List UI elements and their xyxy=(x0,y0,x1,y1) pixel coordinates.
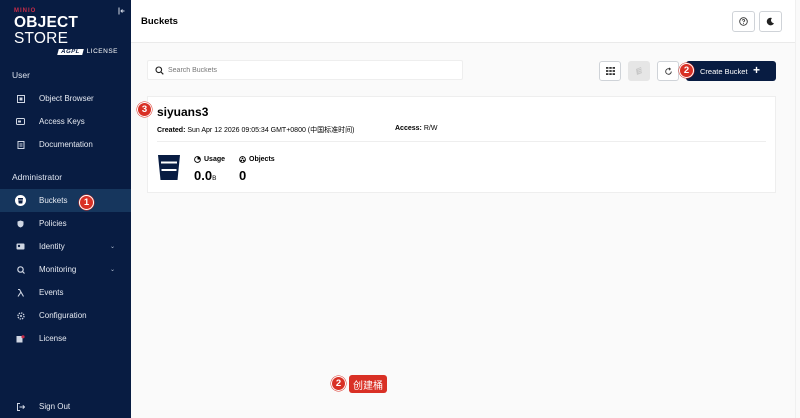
annotation-marker-1: 1 xyxy=(79,195,94,210)
document-icon xyxy=(16,140,25,149)
sidebar-item-label: Access Keys xyxy=(39,117,85,126)
multi-select-button[interactable] xyxy=(628,61,650,81)
theme-toggle-button[interactable] xyxy=(759,11,782,32)
sidebar-item-events[interactable]: Events xyxy=(0,281,131,304)
search-input[interactable] xyxy=(168,66,458,74)
annotation-marker-2: 2 xyxy=(679,63,694,78)
sidebar-item-label: Buckets xyxy=(39,196,68,205)
bucket-card[interactable]: siyuans3 Created: Sun Apr 12 2026 09:05:… xyxy=(147,96,776,193)
chevron-down-icon[interactable]: ⌄ xyxy=(110,243,115,250)
lambda-icon xyxy=(16,288,25,297)
objects-label-group: Objects xyxy=(239,156,275,163)
bucket-access: Access: R/W xyxy=(395,125,437,132)
search-icon xyxy=(155,65,164,75)
bucket-name-link[interactable]: siyuans3 xyxy=(157,105,208,119)
license-label: LICENSE xyxy=(86,48,118,55)
refresh-button[interactable] xyxy=(657,61,679,81)
sidebar-item-policies[interactable]: Policies xyxy=(0,212,131,235)
objects-value: 0 xyxy=(239,168,247,183)
brand-name: OBJECT STORE xyxy=(14,15,118,47)
help-icon xyxy=(739,17,748,26)
sidebar-item-monitoring[interactable]: Monitoring ⌄ xyxy=(0,258,131,281)
list-view-button[interactable] xyxy=(599,61,621,81)
access-label: Access: xyxy=(395,125,422,132)
brand-name-bold: OBJECT xyxy=(14,14,79,31)
key-icon xyxy=(16,117,25,126)
sidebar-item-documentation[interactable]: Documentation xyxy=(0,133,131,156)
usage-value: 0.0B xyxy=(194,168,216,183)
id-card-icon xyxy=(16,242,25,251)
chevron-down-icon[interactable]: ⌄ xyxy=(110,266,115,273)
license-badge: AGPL xyxy=(57,48,84,55)
annotation-caption: 创建桶 xyxy=(349,375,387,393)
sidebar-item-label: Events xyxy=(39,288,64,297)
bucket-icon xyxy=(15,195,26,206)
help-button[interactable] xyxy=(732,11,755,32)
created-value: Sun Apr 12 2026 09:05:34 GMT+0800 (中国标准时… xyxy=(187,127,355,134)
create-bucket-button[interactable]: Create Bucket + xyxy=(686,61,776,81)
sidebar-item-label: Identity xyxy=(39,242,65,251)
sign-out-icon xyxy=(16,402,25,411)
shield-icon xyxy=(16,219,25,228)
usage-label-group: Usage xyxy=(194,156,225,163)
sidebar-item-label: Policies xyxy=(39,219,67,228)
brand-license: AGPL LICENSE xyxy=(14,48,118,55)
pie-chart-icon xyxy=(194,156,201,163)
section-user: User xyxy=(12,70,30,80)
bucket-icon xyxy=(158,155,180,180)
usage-label: Usage xyxy=(204,156,226,163)
scrollbar-track[interactable] xyxy=(795,0,800,418)
page-title: Buckets xyxy=(141,16,178,27)
sidebar-item-object-browser[interactable]: Object Browser xyxy=(0,87,131,110)
multi-bucket-icon xyxy=(636,67,642,75)
sidebar-item-label: License xyxy=(39,334,67,343)
annotation-marker-3: 3 xyxy=(137,102,152,117)
sidebar-item-access-keys[interactable]: Access Keys xyxy=(0,110,131,133)
sidebar-item-buckets[interactable]: Buckets xyxy=(0,189,131,212)
page-header: Buckets xyxy=(131,0,800,43)
folder-icon xyxy=(16,94,25,103)
monitor-icon xyxy=(16,265,25,274)
sidebar-item-label: Documentation xyxy=(39,140,93,149)
usage-unit: B xyxy=(212,175,217,182)
sidebar-item-configuration[interactable]: Configuration xyxy=(0,304,131,327)
grid-list-icon xyxy=(605,67,615,75)
gear-icon xyxy=(16,311,25,320)
moon-icon xyxy=(766,17,774,26)
section-administrator: Administrator xyxy=(12,172,63,182)
sidebar-item-label: Object Browser xyxy=(39,94,94,103)
card-divider xyxy=(157,141,766,142)
create-bucket-label: Create Bucket xyxy=(700,67,748,76)
sidebar-item-license[interactable]: License xyxy=(0,327,131,350)
sidebar-item-identity[interactable]: Identity ⌄ xyxy=(0,235,131,258)
minio-logo: MINIO OBJECT STORE AGPL LICENSE xyxy=(14,8,118,55)
collapse-sidebar-icon[interactable] xyxy=(118,7,126,15)
brand-name-light: STORE xyxy=(14,30,69,47)
sidebar: MINIO OBJECT STORE AGPL LICENSE User Obj… xyxy=(0,0,131,418)
sign-out-label: Sign Out xyxy=(39,402,71,411)
created-label: Created: xyxy=(157,127,186,134)
sidebar-item-label: Monitoring xyxy=(39,265,77,274)
objects-label: Objects xyxy=(249,156,275,163)
bucket-created: Created: Sun Apr 12 2026 09:05:34 GMT+08… xyxy=(157,125,354,135)
access-value: R/W xyxy=(423,125,438,132)
license-icon xyxy=(16,334,25,343)
objects-icon xyxy=(239,156,246,163)
plus-icon: + xyxy=(753,63,761,77)
sign-out-button[interactable]: Sign Out xyxy=(0,395,131,418)
sidebar-item-label: Configuration xyxy=(39,311,87,320)
search-box[interactable] xyxy=(147,60,463,80)
refresh-icon xyxy=(664,66,672,75)
usage-number: 0.0 xyxy=(194,168,213,183)
annotation-marker-2-caption: 2 xyxy=(331,376,346,391)
